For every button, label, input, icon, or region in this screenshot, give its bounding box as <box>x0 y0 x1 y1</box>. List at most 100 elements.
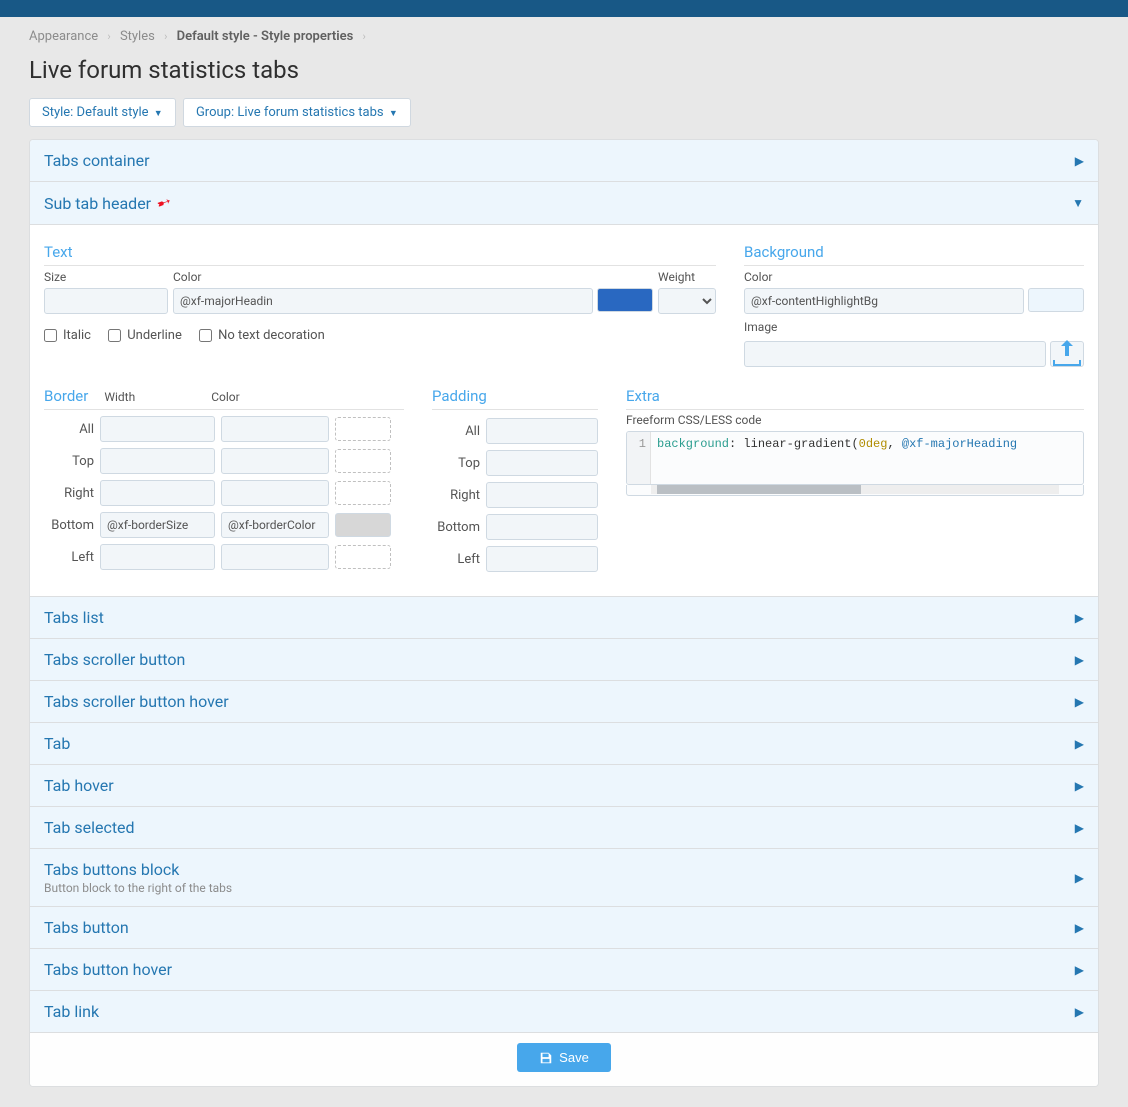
padding-bottom-input[interactable] <box>486 514 598 540</box>
accordion-tab-hover[interactable]: Tab hover ▶ <box>30 765 1098 807</box>
border-top-label: Top <box>44 454 94 469</box>
accordion-tabs-scroller-button[interactable]: Tabs scroller button ▶ <box>30 639 1098 681</box>
bg-color-label: Color <box>744 270 1084 284</box>
caret-right-icon: ▶ <box>1075 1005 1084 1019</box>
accordion-sub-tab-header[interactable]: Sub tab header ➸ ▼ <box>30 182 1098 225</box>
italic-checkbox[interactable]: Italic <box>44 328 91 343</box>
no-decoration-checkbox[interactable]: No text decoration <box>199 328 325 343</box>
border-bottom-width-input[interactable] <box>100 512 215 538</box>
border-bottom-swatch[interactable] <box>335 513 391 537</box>
border-all-swatch[interactable] <box>335 417 391 441</box>
border-right-color-input[interactable] <box>221 480 329 506</box>
text-section: Text Size Color <box>44 243 716 367</box>
accordion-tabs-container[interactable]: Tabs container ▶ <box>30 140 1098 182</box>
padding-bottom-label: Bottom <box>432 520 480 535</box>
caret-right-icon: ▶ <box>1075 779 1084 793</box>
accordion-title: Tabs scroller button <box>44 650 185 669</box>
caret-right-icon: ▶ <box>1075 963 1084 977</box>
sub-tab-header-body: Text Size Color <box>30 225 1098 597</box>
breadcrumb-styles[interactable]: Styles <box>120 29 155 44</box>
text-weight-select[interactable] <box>658 288 716 314</box>
style-filter-button[interactable]: Style: Default style ▼ <box>29 98 176 127</box>
border-section: Border Width Color All Top <box>44 387 404 578</box>
border-all-width-input[interactable] <box>100 416 215 442</box>
save-button-label: Save <box>559 1050 589 1065</box>
padding-section: Padding All Top Right Bottom Left <box>432 387 598 578</box>
underline-checkbox[interactable]: Underline <box>108 328 182 343</box>
code-text: background: linear-gradient(0deg, @xf-ma… <box>651 432 1083 484</box>
border-top-swatch[interactable] <box>335 449 391 473</box>
save-button[interactable]: Save <box>517 1043 611 1072</box>
accordion-title: Tabs scroller button hover <box>44 692 229 711</box>
border-top-color-input[interactable] <box>221 448 329 474</box>
caret-down-icon: ▼ <box>1072 196 1084 210</box>
accordion-tabs-button-hover[interactable]: Tabs button hover ▶ <box>30 949 1098 991</box>
border-right-label: Right <box>44 486 94 501</box>
upload-icon[interactable] <box>1050 341 1084 367</box>
border-bottom-color-input[interactable] <box>221 512 329 538</box>
border-all-color-input[interactable] <box>221 416 329 442</box>
accordion-tabs-scroller-button-hover[interactable]: Tabs scroller button hover ▶ <box>30 681 1098 723</box>
border-left-color-input[interactable] <box>221 544 329 570</box>
properties-block: Tabs container ▶ Sub tab header ➸ ▼ Text… <box>29 139 1099 1087</box>
padding-right-input[interactable] <box>486 482 598 508</box>
save-icon <box>539 1051 553 1065</box>
padding-left-label: Left <box>432 552 480 567</box>
accordion-tab-link[interactable]: Tab link ▶ <box>30 991 1098 1033</box>
color-label: Color <box>173 270 653 284</box>
bg-image-input[interactable] <box>744 341 1046 367</box>
annotation-arrow-icon: ➸ <box>154 191 174 215</box>
extra-sublabel: Freeform CSS/LESS code <box>626 413 1084 427</box>
border-top-width-input[interactable] <box>100 448 215 474</box>
border-right-width-input[interactable] <box>100 480 215 506</box>
border-right-swatch[interactable] <box>335 481 391 505</box>
accordion-title: Tabs button hover <box>44 960 172 979</box>
accordion-title: Tab selected <box>44 818 135 837</box>
code-gutter: 1 <box>627 432 651 484</box>
caret-right-icon: ▶ <box>1075 695 1084 709</box>
border-left-swatch[interactable] <box>335 545 391 569</box>
accordion-title: Sub tab header <box>44 194 151 213</box>
caret-right-icon: ▶ <box>1075 154 1084 168</box>
accordion-tabs-button[interactable]: Tabs button ▶ <box>30 907 1098 949</box>
breadcrumb-appearance[interactable]: Appearance <box>29 29 98 44</box>
border-all-label: All <box>44 422 94 437</box>
caret-right-icon: ▶ <box>1075 921 1084 935</box>
css-code-editor[interactable]: 1 background: linear-gradient(0deg, @xf-… <box>626 431 1084 485</box>
text-size-input[interactable] <box>44 288 168 314</box>
padding-top-input[interactable] <box>486 450 598 476</box>
group-filter-button[interactable]: Group: Live forum statistics tabs ▼ <box>183 98 411 127</box>
bg-color-swatch[interactable] <box>1028 288 1084 312</box>
save-footer: Save <box>30 1033 1098 1086</box>
accordion-tabs-list[interactable]: Tabs list ▶ <box>30 597 1098 639</box>
bg-color-input[interactable] <box>744 288 1024 314</box>
extra-section: Extra Freeform CSS/LESS code 1 backgroun… <box>626 387 1084 578</box>
section-label-background: Background <box>744 243 1084 266</box>
accordion-title: Tab hover <box>44 776 114 795</box>
border-width-label: Width <box>104 390 135 404</box>
border-color-label: Color <box>211 390 239 404</box>
accordion-title: Tabs button <box>44 918 129 937</box>
border-left-width-input[interactable] <box>100 544 215 570</box>
accordion-tab[interactable]: Tab ▶ <box>30 723 1098 765</box>
border-left-label: Left <box>44 550 94 565</box>
page-title: Live forum statistics tabs <box>29 56 1099 84</box>
padding-all-input[interactable] <box>486 418 598 444</box>
padding-top-label: Top <box>432 456 480 471</box>
text-color-input[interactable] <box>173 288 593 314</box>
chevron-right-icon: › <box>107 30 110 43</box>
background-section: Background Color Image <box>744 243 1084 367</box>
padding-left-input[interactable] <box>486 546 598 572</box>
caret-right-icon: ▶ <box>1075 871 1084 885</box>
weight-label: Weight <box>658 270 716 284</box>
accordion-title: Tabs container <box>44 151 149 170</box>
breadcrumb-default-style[interactable]: Default style - Style properties <box>177 29 354 44</box>
accordion-title: Tab <box>44 734 70 753</box>
accordion-tab-selected[interactable]: Tab selected ▶ <box>30 807 1098 849</box>
section-label-border: Border <box>44 387 88 405</box>
accordion-title: Tabs list <box>44 608 104 627</box>
accordion-tabs-buttons-block[interactable]: Tabs buttons block Button block to the r… <box>30 849 1098 907</box>
horizontal-scrollbar[interactable] <box>651 485 1059 494</box>
text-decoration-checks: Italic Underline No text decoration <box>44 328 716 346</box>
text-color-swatch[interactable] <box>597 288 653 312</box>
